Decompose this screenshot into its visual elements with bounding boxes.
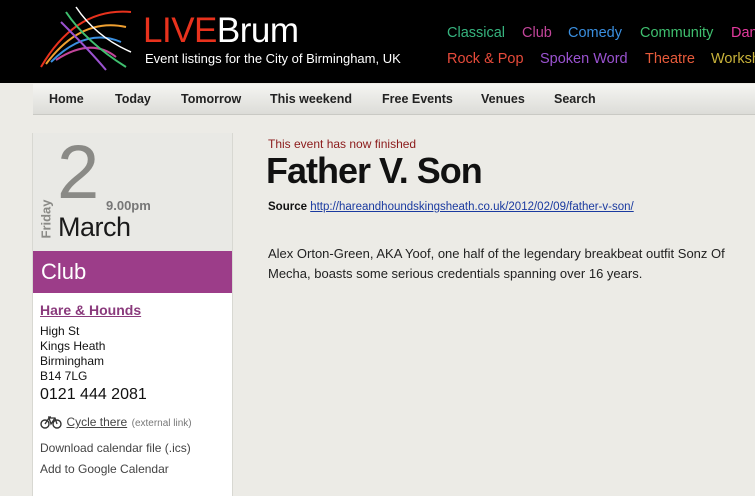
- event-date-box: 2 Friday 9.00pm March: [33, 133, 232, 251]
- venue-address-line: Kings Heath: [40, 339, 106, 353]
- category-link-dance[interactable]: Dance: [731, 25, 755, 41]
- download-ics-link[interactable]: Download calendar file (.ics): [40, 441, 191, 455]
- category-link-theatre[interactable]: Theatre: [645, 51, 695, 67]
- nav-search[interactable]: Search: [554, 92, 596, 106]
- nav-home[interactable]: Home: [49, 92, 84, 106]
- category-link-comedy[interactable]: Comedy: [568, 25, 622, 41]
- category-link-spoken-word[interactable]: Spoken Word: [540, 51, 628, 67]
- external-link-note: (external link): [131, 418, 192, 429]
- event-time: 9.00pm: [106, 198, 151, 213]
- event-month: March: [58, 212, 131, 242]
- category-link-community[interactable]: Community: [640, 25, 713, 41]
- category-link-rock-pop[interactable]: Rock & Pop: [447, 51, 524, 67]
- category-link-classical[interactable]: Classical: [447, 25, 505, 41]
- event-category-bar[interactable]: Club: [33, 251, 232, 293]
- main-nav: Home Today Tomorrow This weekend Free Ev…: [33, 84, 755, 115]
- event-status: This event has now finished: [268, 137, 417, 151]
- event-description: Alex Orton-Green, AKA Yoof, one half of …: [268, 246, 725, 281]
- venue-address-line: Birmingham: [40, 354, 105, 368]
- bicycle-icon: [40, 416, 62, 429]
- brand-title[interactable]: LIVEBrum: [143, 12, 299, 50]
- site-tagline: Event listings for the City of Birmingha…: [145, 51, 401, 66]
- event-source: Source http://hareandhoundskingsheath.co…: [268, 201, 634, 213]
- source-url-link[interactable]: http://hareandhoundskingsheath.co.uk/201…: [310, 201, 634, 213]
- venue-address-line: High St: [40, 324, 80, 338]
- livebrum-logo-icon[interactable]: [36, 2, 136, 72]
- event-sidebar: 2 Friday 9.00pm March Club Hare & Hounds…: [32, 133, 233, 496]
- venue-phone: 0121 444 2081: [40, 386, 147, 403]
- source-label: Source: [268, 201, 307, 213]
- event-day-number: 2: [57, 130, 99, 215]
- nav-free-events[interactable]: Free Events: [382, 92, 453, 106]
- venue-name-link[interactable]: Hare & Hounds: [40, 302, 141, 318]
- event-title: Father V. Son: [266, 150, 483, 191]
- google-calendar-link[interactable]: Add to Google Calendar: [40, 462, 169, 476]
- cycle-there-link[interactable]: Cycle there: [66, 415, 127, 429]
- nav-today[interactable]: Today: [115, 92, 151, 106]
- venue-address-line: B14 7LG: [40, 369, 88, 383]
- event-category-label: Club: [41, 259, 87, 284]
- category-link-workshops[interactable]: Workshops: [711, 51, 755, 67]
- nav-tomorrow[interactable]: Tomorrow: [181, 92, 241, 106]
- nav-this-weekend[interactable]: This weekend: [270, 92, 352, 106]
- nav-venues[interactable]: Venues: [481, 92, 525, 106]
- category-link-club[interactable]: Club: [522, 25, 552, 41]
- site-header: LIVEBrum Event listings for the City of …: [0, 0, 755, 83]
- cycle-there-row: Cycle there (external link): [40, 413, 192, 431]
- event-weekday: Friday: [38, 199, 54, 239]
